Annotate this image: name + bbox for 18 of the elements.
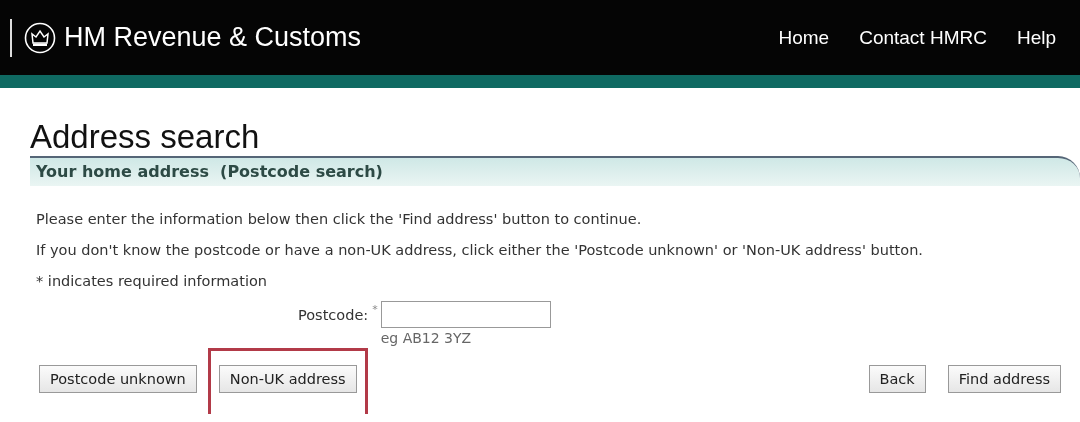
required-mark: * xyxy=(372,303,378,316)
action-button[interactable]: Find address xyxy=(947,365,1061,393)
nav-link[interactable]: Help xyxy=(1016,26,1056,49)
instruction-text: * indicates required information xyxy=(35,272,268,291)
site-logo-text: HM Revenue & Customs xyxy=(64,22,362,53)
action-button[interactable]: Postcode unknown xyxy=(39,365,197,393)
postcode-field[interactable] xyxy=(380,301,551,328)
action-button[interactable]: Non-UK address xyxy=(218,365,357,393)
section-title: Your home address (Postcode search) xyxy=(36,162,383,181)
postcode-label: Postcode: xyxy=(298,307,369,323)
instruction-text: If you don't know the postcode or have a non-UK address, click either the 'Postcode unknown' or 'Non-UK address' button. xyxy=(35,241,924,260)
nav-link[interactable]: Home xyxy=(778,26,830,49)
crown-icon xyxy=(24,21,56,54)
page-title: Address search xyxy=(30,118,261,156)
instruction-text: Please enter the information below then click the 'Find address' button to continue. xyxy=(35,210,643,229)
postcode-hint: eg AB12 3YZ xyxy=(380,330,473,346)
nav-link[interactable]: Contact HMRC xyxy=(859,26,987,49)
action-button[interactable]: Back xyxy=(868,365,926,393)
